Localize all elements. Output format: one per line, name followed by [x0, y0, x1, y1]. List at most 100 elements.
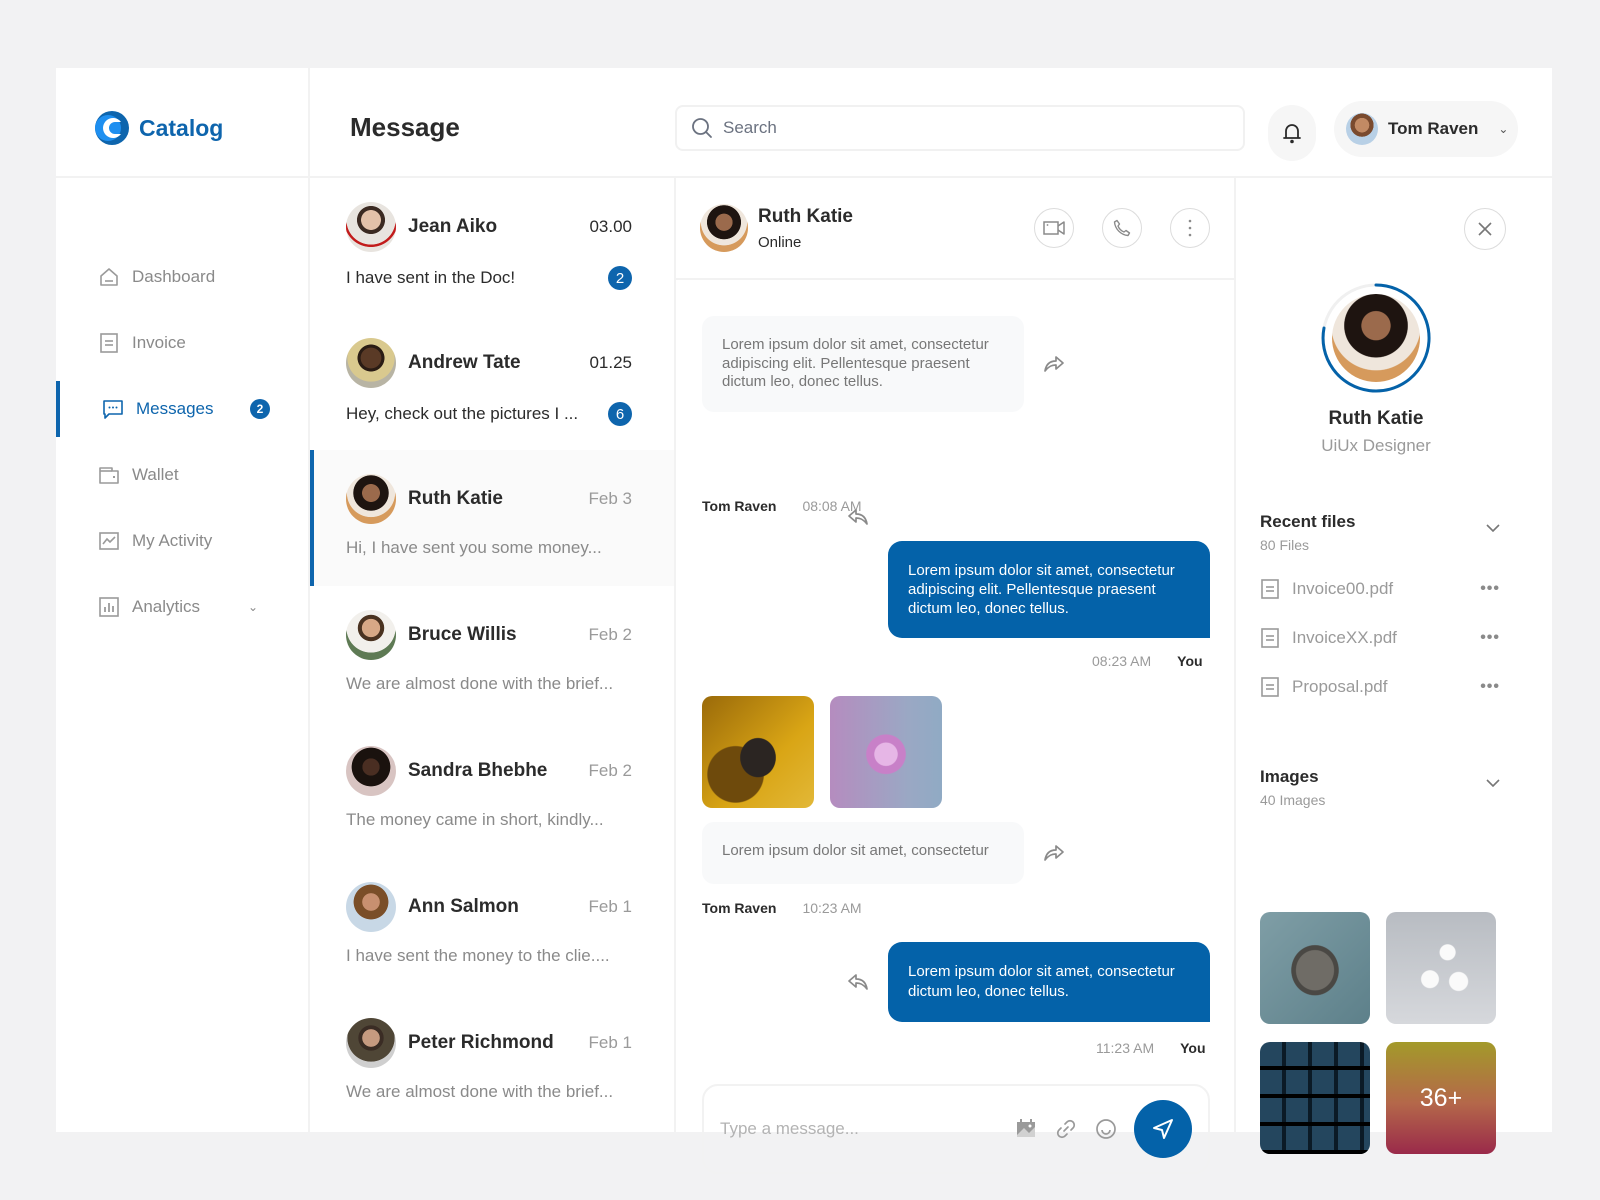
- sidebar-item-label: Dashboard: [132, 267, 216, 286]
- message-meta: 11:23 AM You: [1096, 1040, 1206, 1056]
- chat-list-item[interactable]: Jean Aiko 03.00 I have sent in the Doc! …: [310, 178, 674, 314]
- sidebar-item-my-activity[interactable]: My Activity: [56, 508, 308, 574]
- catalog-logo-icon: [95, 111, 129, 145]
- section-count: 40 Images: [1260, 792, 1326, 808]
- sidebar-item-label: Analytics: [132, 597, 201, 616]
- contact-name: Peter Richmond: [408, 1032, 554, 1053]
- chat-list-item[interactable]: Peter Richmond Feb 1 We are almost done …: [310, 994, 674, 1130]
- phone-icon: [1113, 219, 1131, 237]
- message-bubble-outgoing: Lorem ipsum dolor sit amet, consectetur …: [888, 942, 1210, 1022]
- app-window: Catalog Message Tom Raven ⌄ Dashboard In…: [56, 68, 1552, 1174]
- wallet-icon: [98, 464, 120, 486]
- section-title: Recent files: [1260, 512, 1356, 531]
- contact-avatar[interactable]: [700, 204, 748, 252]
- chat-list-item[interactable]: Bruce Willis Feb 2 We are almost done wi…: [310, 586, 674, 722]
- conversation-header: Ruth Katie Online: [676, 178, 1234, 280]
- sidebar-item-dashboard[interactable]: Dashboard: [56, 244, 308, 310]
- chat-list-item[interactable]: Ann Salmon Feb 1 I have sent the money t…: [310, 858, 674, 994]
- user-menu[interactable]: Tom Raven ⌄: [1334, 101, 1518, 157]
- contact-avatar: [346, 746, 396, 796]
- link-icon[interactable]: [1054, 1117, 1078, 1141]
- pink-blob-image[interactable]: [830, 696, 942, 808]
- document-icon: [1261, 628, 1279, 648]
- conversation-panel: Ruth Katie Online Lorem ipsum dolor sit …: [676, 178, 1236, 1174]
- message-time: 10:23 AM: [802, 900, 862, 916]
- more-options-button[interactable]: [1170, 208, 1210, 248]
- chat-list-item[interactable]: Sandra Bhebhe Feb 2 The money came in sh…: [310, 722, 674, 858]
- forward-icon[interactable]: [1042, 841, 1066, 865]
- contact-name: Jean Aiko: [408, 216, 498, 237]
- chat-time: Feb 2: [588, 625, 632, 644]
- popsicle-image[interactable]: 36+: [1386, 1042, 1496, 1154]
- more-horizontal-icon[interactable]: •••: [1480, 629, 1500, 647]
- invoice-icon: [98, 332, 120, 354]
- contact-avatar: [346, 610, 396, 660]
- chat-preview: The money came in short, kindly...: [346, 810, 604, 829]
- send-button[interactable]: [1134, 1100, 1192, 1158]
- reply-icon[interactable]: [846, 970, 870, 994]
- chat-time: Feb 2: [588, 761, 632, 780]
- video-call-button[interactable]: [1034, 208, 1074, 248]
- profile-avatar[interactable]: [1332, 294, 1420, 382]
- logo[interactable]: Catalog: [94, 110, 223, 146]
- message-input[interactable]: [720, 1119, 998, 1139]
- search-input[interactable]: [723, 118, 1203, 138]
- chevron-down-icon[interactable]: [1486, 779, 1500, 787]
- sidebar-item-wallet[interactable]: Wallet: [56, 442, 308, 508]
- image-attach-icon[interactable]: [1014, 1117, 1038, 1141]
- console-image[interactable]: [1260, 912, 1370, 1024]
- message-sender: Tom Raven: [702, 900, 777, 916]
- more-images-count: 36+: [1419, 1083, 1463, 1112]
- file-item[interactable]: Invoice00.pdf •••: [1260, 574, 1500, 604]
- contact-avatar: [346, 338, 396, 388]
- unread-badge: 2: [608, 266, 632, 290]
- contact-name: Ruth Katie: [408, 488, 503, 509]
- unread-badge: 2: [250, 399, 270, 419]
- sidebar-nav: Dashboard Invoice Messages 2 Wallet My A…: [56, 244, 308, 640]
- close-button[interactable]: [1464, 208, 1506, 250]
- search-icon: [692, 118, 712, 138]
- message-bubble-incoming: Lorem ipsum dolor sit amet, consectetur …: [702, 316, 1024, 412]
- contact-avatar: [346, 202, 396, 252]
- voice-call-button[interactable]: [1102, 208, 1142, 248]
- recent-files-header[interactable]: Recent files 80 Files: [1260, 512, 1500, 553]
- message-bubble-incoming: Lorem ipsum dolor sit amet, consectetur: [702, 822, 1024, 884]
- sidebar-item-analytics[interactable]: Analytics ⌄: [56, 574, 308, 640]
- chat-preview: We are almost done with the brief...: [346, 1082, 614, 1101]
- message-sender: Tom Raven: [702, 498, 777, 514]
- sidebar-item-invoice[interactable]: Invoice: [56, 310, 308, 376]
- dice-image[interactable]: [1386, 912, 1496, 1024]
- video-camera-icon: [1043, 221, 1065, 235]
- more-horizontal-icon[interactable]: •••: [1480, 678, 1500, 696]
- contact-name: Ann Salmon: [408, 896, 519, 917]
- file-item[interactable]: InvoiceXX.pdf •••: [1260, 623, 1500, 653]
- sidebar-item-label: Messages: [136, 399, 214, 418]
- chat-time: 01.25: [589, 353, 632, 372]
- home-icon: [98, 266, 120, 288]
- section-title: Images: [1260, 767, 1319, 786]
- sidebar-item-messages[interactable]: Messages 2: [56, 376, 308, 442]
- images-header[interactable]: Images 40 Images: [1260, 767, 1500, 808]
- chat-list-item[interactable]: Andrew Tate 01.25 Hey, check out the pic…: [310, 314, 674, 450]
- forward-icon[interactable]: [1042, 352, 1066, 376]
- message-meta: Tom Raven 08:08 AM: [702, 498, 862, 514]
- analytics-icon: [98, 596, 120, 618]
- notifications-button[interactable]: [1268, 105, 1316, 161]
- file-name: Proposal.pdf: [1292, 677, 1388, 696]
- chat-time: Feb 3: [588, 489, 632, 508]
- reply-icon[interactable]: [846, 505, 870, 529]
- contact-name: Ruth Katie: [758, 205, 853, 227]
- more-horizontal-icon[interactable]: •••: [1480, 580, 1500, 598]
- search-box[interactable]: [675, 105, 1245, 151]
- chevron-down-icon[interactable]: [1486, 524, 1500, 532]
- contact-avatar: [346, 882, 396, 932]
- cupcake-liner-image[interactable]: [702, 696, 814, 808]
- chevron-down-icon[interactable]: ⌄: [248, 600, 258, 614]
- file-item[interactable]: Proposal.pdf •••: [1260, 672, 1500, 702]
- message-time: 11:23 AM: [1096, 1040, 1155, 1056]
- emoji-icon[interactable]: [1094, 1117, 1118, 1141]
- blue-grid-image[interactable]: [1260, 1042, 1370, 1154]
- document-icon: [1261, 579, 1279, 599]
- chat-list-item-active[interactable]: Ruth Katie Feb 3 Hi, I have sent you som…: [310, 450, 674, 586]
- chat-time: Feb 1: [588, 1033, 632, 1052]
